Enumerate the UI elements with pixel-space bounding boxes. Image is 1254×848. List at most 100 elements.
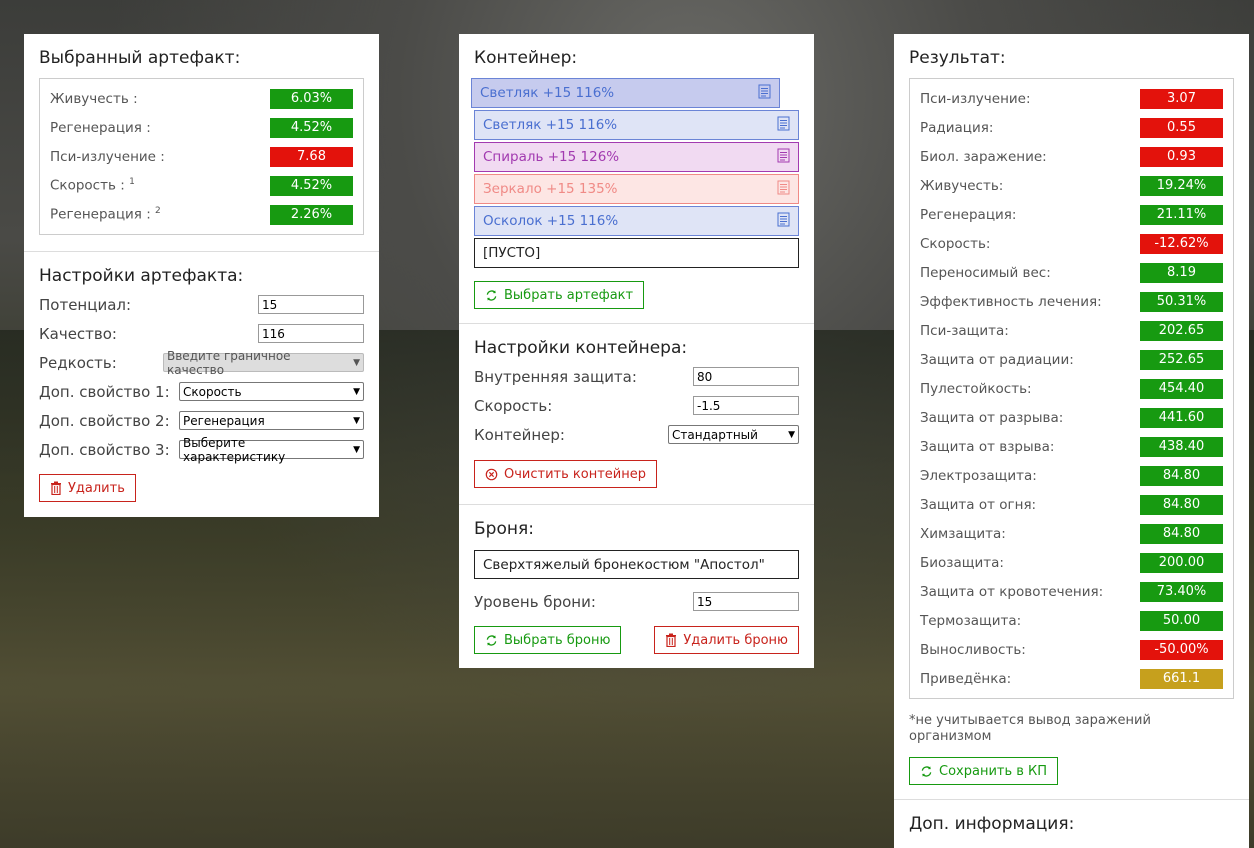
result-panel: Результат: Пси-излучение: 3.07 Радиация: 0.… xyxy=(894,34,1249,848)
container-slot-label: Светляк +15 116% xyxy=(480,85,615,101)
trash-icon xyxy=(51,481,61,495)
delete-armor-button[interactable]: Удалить броню xyxy=(654,626,799,654)
stat-label-text: Пси-излучение: xyxy=(920,90,1031,107)
container-slot[interactable]: Осколок +15 116% xyxy=(474,206,799,236)
document-icon[interactable] xyxy=(777,148,790,167)
stat-label: Защита от радиации: xyxy=(920,352,1074,368)
trash-icon xyxy=(666,633,677,647)
stat-value: 84.80 xyxy=(1140,494,1223,515)
stat-label: Живучесть : xyxy=(50,91,138,107)
choose-artifact-button[interactable]: Выбрать артефакт xyxy=(474,281,645,309)
container-slot[interactable]: [ПУСТО] xyxy=(474,238,799,268)
potential-label: Потенциал: xyxy=(39,295,132,314)
stat-value: 3.07 xyxy=(1140,88,1223,109)
stat-row: Живучесть : 6.03% xyxy=(50,84,353,113)
document-icon[interactable] xyxy=(758,84,771,103)
quality-label: Качество: xyxy=(39,324,117,343)
stat-label: Пси-защита: xyxy=(920,323,1009,339)
extra2-select[interactable]: Регенерация ▼ xyxy=(179,411,364,430)
stat-row: Пси-излучение: 3.07 xyxy=(920,84,1223,113)
stat-value: 661.1 xyxy=(1140,668,1223,689)
delete-artifact-label: Удалить xyxy=(68,480,125,496)
container-slot[interactable]: Зеркало +15 135% xyxy=(474,174,799,204)
extra3-select[interactable]: Выберите характеристику ▼ xyxy=(179,436,364,464)
stat-value: 441.60 xyxy=(1140,407,1223,428)
stat-label: Защита от разрыва: xyxy=(920,410,1063,426)
stat-row: Скорость: -12.62% xyxy=(920,229,1223,258)
stat-label-text: Защита от огня: xyxy=(920,496,1037,513)
save-to-kp-button[interactable]: Сохранить в КП xyxy=(909,757,1059,785)
stat-row: Биозащита: 200.00 xyxy=(920,548,1223,577)
armor-name-field[interactable]: Сверхтяжелый бронекостюм "Апостол" xyxy=(474,550,799,579)
stat-label-text: Переносимый вес: xyxy=(920,264,1051,281)
result-stat-list: Пси-излучение: 3.07 Радиация: 0.55 Биол. зар… xyxy=(909,78,1234,699)
stat-value: -50.00% xyxy=(1140,639,1223,660)
stat-label: Регенерация : 2 xyxy=(50,206,161,223)
stat-label-text: Скорость : xyxy=(50,177,125,194)
container-type-value: Стандартный xyxy=(672,427,758,442)
extra2-select-value: Регенерация xyxy=(183,413,265,428)
document-icon[interactable] xyxy=(777,212,790,231)
rarity-select-value: Введите граничное качество xyxy=(167,348,291,377)
stat-label: Пси-излучение: xyxy=(920,91,1031,107)
container-type-select[interactable]: Стандартный ▼ xyxy=(668,425,799,444)
clear-circle-icon xyxy=(485,468,498,480)
stat-label: Пулестойкость: xyxy=(920,381,1032,397)
container-slot[interactable]: Светляк +15 116% xyxy=(471,78,780,108)
rarity-row: Редкость: Введите граничное качество ▼ xyxy=(39,348,364,377)
stat-label-text: Регенерация: xyxy=(920,206,1017,223)
container-slot-label: Осколок +15 116% xyxy=(483,213,619,229)
inner-protection-input[interactable]: 80 xyxy=(693,367,799,386)
stat-row: Химзащита: 84.80 xyxy=(920,519,1223,548)
stat-row: Живучесть: 19.24% xyxy=(920,171,1223,200)
chevron-down-icon: ▼ xyxy=(788,429,795,440)
stat-value: 50.31% xyxy=(1140,291,1223,312)
container-type-label: Контейнер: xyxy=(474,425,565,444)
stat-row: Пси-излучение : 7.68 xyxy=(50,142,353,171)
extra2-label: Доп. свойство 2: xyxy=(39,411,170,430)
potential-input[interactable]: 15 xyxy=(258,295,364,314)
stat-label: Пси-излучение : xyxy=(50,149,165,165)
stat-value: 7.68 xyxy=(270,146,353,167)
refresh-icon xyxy=(921,765,932,777)
delete-artifact-button[interactable]: Удалить xyxy=(39,474,136,502)
artifact-settings-title: Настройки артефакта: xyxy=(39,266,244,286)
stat-row: Регенерация: 21.11% xyxy=(920,200,1223,229)
stat-value: 84.80 xyxy=(1140,465,1223,486)
stat-label-text: Защита от радиации: xyxy=(920,351,1074,368)
container-slot[interactable]: Спираль +15 126% xyxy=(474,142,799,172)
result-title: Результат: xyxy=(909,48,1006,68)
armor-level-input[interactable]: 15 xyxy=(693,592,799,611)
stat-label-text: Защита от разрыва: xyxy=(920,409,1064,426)
chevron-down-icon: ▼ xyxy=(353,357,360,368)
stat-value: 84.80 xyxy=(1140,523,1223,544)
stat-label: Защита от огня: xyxy=(920,497,1036,513)
stat-label: Живучесть: xyxy=(920,178,1003,194)
stat-label: Защита от взрыва: xyxy=(920,439,1054,455)
inner-protection-row: Внутренняя защита: 80 xyxy=(474,362,799,391)
stat-label: Переносимый вес: xyxy=(920,265,1051,281)
stat-label: Скорость: xyxy=(920,236,990,252)
stat-label: Термозащита: xyxy=(920,613,1021,629)
refresh-icon xyxy=(486,289,497,301)
container-slot[interactable]: Светляк +15 116% xyxy=(474,110,799,140)
container-panel: Контейнер: Светляк +15 116% Светляк +15 1… xyxy=(459,34,814,668)
stat-label-text: Биол. заражение: xyxy=(920,148,1047,165)
stat-label-text: Радиация: xyxy=(920,119,994,136)
quality-input[interactable]: 116 xyxy=(258,324,364,343)
stat-label: Защита от кровотечения: xyxy=(920,584,1103,600)
document-icon[interactable] xyxy=(777,116,790,135)
extra1-select[interactable]: Скорость ▼ xyxy=(179,382,364,401)
choose-armor-button[interactable]: Выбрать броню xyxy=(474,626,622,654)
armor-level-label: Уровень брони: xyxy=(474,592,596,611)
container-slot-list: Светляк +15 116% Светляк +15 116% Спираль … xyxy=(471,78,799,268)
stat-label-text: Защита от взрыва: xyxy=(920,438,1055,455)
stat-row: Защита от разрыва: 441.60 xyxy=(920,403,1223,432)
stat-label-text: Выносливость: xyxy=(920,641,1026,658)
stat-value: 73.40% xyxy=(1140,581,1223,602)
extra3-row: Доп. свойство 3: Выберите характеристику… xyxy=(39,435,364,464)
document-icon[interactable] xyxy=(777,180,790,199)
container-speed-input[interactable]: -1.5 xyxy=(693,396,799,415)
clear-container-button[interactable]: Очистить контейнер xyxy=(474,460,657,488)
container-speed-row: Скорость: -1.5 xyxy=(474,391,799,420)
